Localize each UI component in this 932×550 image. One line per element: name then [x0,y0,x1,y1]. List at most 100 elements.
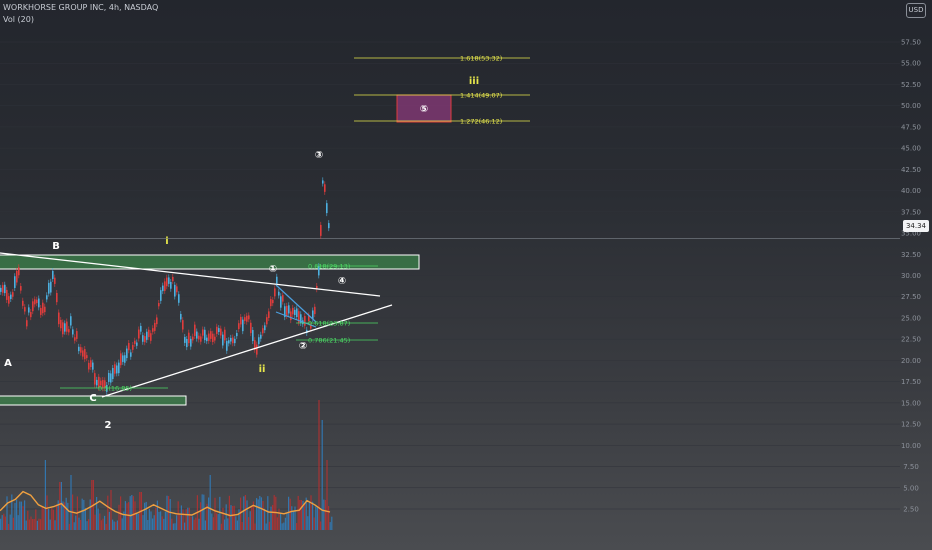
volume-bar [256,498,258,530]
candle-body [116,365,118,374]
volume-bar [198,518,200,530]
candle-body [264,325,266,331]
chart-stage[interactable]: 1.618(53.32) 1.414(49.07) 1.272(46.12) 0.61… [0,0,932,550]
candle-body [70,316,72,326]
volume-bar [70,475,72,530]
fib-level-label: 1.272(46.12) [460,118,502,126]
volume-bar [35,509,37,530]
price-chart[interactable]: 1.618(53.32) 1.414(49.07) 1.272(46.12) 0.61… [0,0,932,550]
candle-body [170,281,172,289]
volume-bar [78,517,80,530]
volume-bar [300,500,302,530]
volume-bar [174,523,176,530]
wave-label: A [4,358,12,369]
candle-body [212,333,214,342]
candle-body [320,224,322,236]
fib-level-label: 0.786(21.45) [308,337,350,345]
volume-bar [278,508,280,530]
candle-body [22,300,24,306]
volume-bar [24,500,26,530]
volume-bar [147,519,149,530]
candle-body [220,328,222,336]
volume-bar [27,510,29,530]
candle-body [210,331,212,339]
candle-body [0,287,2,292]
volume-bar [9,514,11,530]
volume-bar [3,513,5,530]
volume-bar [83,499,85,530]
candle-body [272,299,274,304]
y-tick-label: 17.50 [901,378,921,386]
volume-bar [294,506,296,530]
volume-bar [249,511,251,530]
volume-bar [102,518,104,530]
volume-bar [307,516,309,530]
candle-body [124,355,126,363]
candle-body [240,316,242,325]
candle-body [58,312,60,325]
volume-bar [251,505,253,530]
candle-body [166,277,168,287]
candle-body [296,308,298,318]
volume-indicator-label[interactable]: Vol (20) [3,15,34,24]
volume-bar [233,505,235,530]
candle-body [86,355,88,359]
volume-bar [91,480,93,530]
candle-body [304,315,306,326]
volume-bar [137,513,139,530]
volume-bar [40,519,42,530]
candle-body [250,322,252,334]
resistance-zone [0,254,420,270]
candle-body [54,277,56,284]
candle-body [314,306,316,315]
currency-badge[interactable]: USD [906,3,926,18]
volume-bar [328,506,330,530]
volume-bar [80,519,82,530]
volume-bar [1,515,3,530]
volume-bar [316,507,318,530]
volume-bar [17,515,19,530]
candle-body [294,309,296,315]
candle-body [216,326,218,334]
candle-body [184,336,186,343]
candle-body [226,341,228,351]
volume-bar [280,513,282,530]
candle-body [262,328,264,334]
candle-body [94,373,96,385]
volume-bar [297,495,299,530]
candle-body [244,317,246,321]
volume-bar [108,511,110,530]
candle-body [6,289,8,300]
volume-bar [308,501,310,530]
candle-body [138,329,140,339]
volume-bar [150,511,152,530]
candle-body [108,372,110,382]
volume-bar [126,503,128,530]
candle-body [202,329,204,336]
volume-bar [25,520,27,530]
volume-bar [291,506,293,530]
candle-body [66,321,68,332]
candle-body [260,334,262,339]
y-tick-label: 55.00 [901,60,921,68]
volume-bar [262,500,264,530]
volume-bar [67,502,69,530]
volume-bar [59,482,61,530]
volume-bar [228,495,230,530]
volume-bar [324,499,326,530]
candle-body [266,317,268,325]
candle-body [256,344,258,355]
candle-body [18,267,20,276]
candle-body [76,331,78,339]
candle-body [154,322,156,331]
y-tick-label: 40.00 [901,187,921,195]
candle-body [68,329,70,333]
volume-bar [94,514,96,530]
volume-bar [235,516,237,530]
wave-label: ④ [338,276,346,287]
volume-bar [142,515,144,530]
y-tick-label: 20.00 [901,357,921,365]
volume-bar [193,519,195,530]
candle-body [40,307,42,315]
volume-bar [220,523,222,530]
